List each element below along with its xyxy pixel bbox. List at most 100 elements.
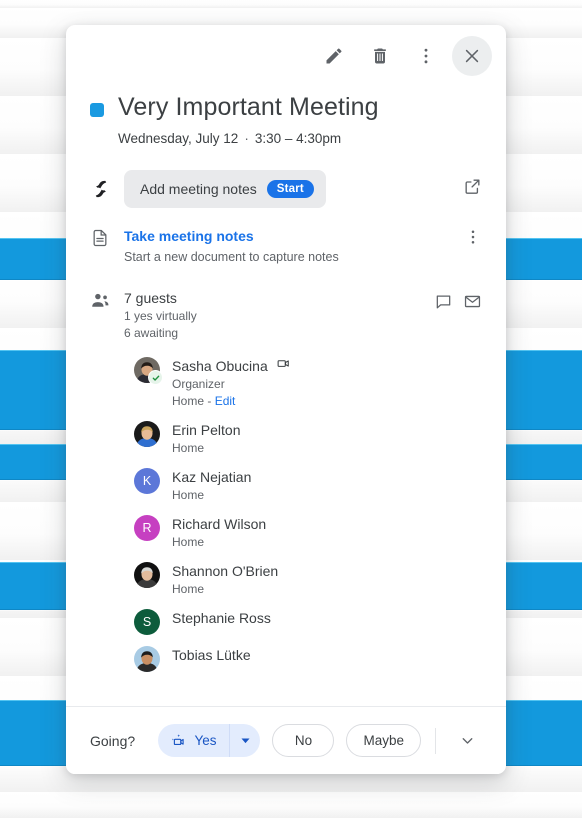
rsvp-maybe-button[interactable]: Maybe: [346, 724, 421, 757]
start-pill-badge[interactable]: Start: [266, 180, 314, 198]
guests-icon: [90, 288, 124, 682]
avatar-initial: K: [134, 468, 160, 494]
attending-virtually-icon: [276, 356, 291, 376]
avatar-initial: R: [134, 515, 160, 541]
event-title: Very Important Meeting: [118, 93, 379, 121]
open-external-icon: [465, 179, 480, 194]
dialog-scroll-area[interactable]: Very Important Meeting Wednesday, July 1…: [66, 25, 506, 706]
guest-name-line: Sasha Obucina: [172, 356, 291, 376]
envelope-icon: [464, 295, 481, 308]
event-datetime: Wednesday, July 12 · 3:30 – 4:30pm: [118, 129, 379, 148]
people-glyph: [92, 293, 109, 307]
guest-actions: [434, 288, 482, 682]
guest-list-item[interactable]: S Stephanie Ross: [124, 608, 434, 635]
dialog-header-toolbar: [66, 25, 506, 77]
guest-info: Stephanie Ross: [172, 608, 271, 628]
guest-list-item[interactable]: R Richard Wilson Home: [124, 514, 434, 551]
guest-info: Kaz Nejatian Home: [172, 467, 251, 504]
guest-name: Kaz Nejatian: [172, 469, 252, 485]
close-dialog-button[interactable]: [452, 36, 492, 76]
avatar: [134, 562, 160, 588]
notes-more-button[interactable]: [456, 226, 482, 266]
take-meeting-notes-subtitle: Start a new document to capture notes: [124, 250, 339, 264]
add-meeting-notes-label: Add meeting notes: [140, 181, 257, 197]
guest-list-item[interactable]: Sasha Obucina Organizer Home - Edit: [124, 356, 434, 410]
bank-icon: [90, 705, 124, 707]
avatar-initial: S: [134, 609, 160, 635]
close-icon: [465, 49, 479, 63]
guest-room-edit-link[interactable]: Edit: [215, 394, 236, 408]
avatar: K: [134, 468, 160, 494]
take-meeting-notes-row: Take meeting notes Start a new document …: [66, 226, 506, 266]
video-camera-glyph: [276, 356, 289, 367]
guest-name-line: Tobias Lütke: [172, 645, 251, 665]
guest-role: Organizer: [172, 377, 225, 391]
guest-name-line: Richard Wilson: [172, 514, 266, 534]
bank-glyph: [90, 705, 111, 707]
guest-name: Erin Pelton: [172, 422, 241, 438]
rsvp-yes-group[interactable]: Yes: [158, 724, 261, 757]
avatar: R: [134, 515, 160, 541]
going-label: Going?: [90, 732, 136, 749]
event-color-swatch: [90, 103, 104, 117]
event-time: 3:30 – 4:30pm: [254, 131, 342, 146]
guest-name: Tobias Lütke: [172, 647, 251, 663]
rsvp-footer: Going? Yes No Maybe: [66, 706, 506, 774]
guest-list: Sasha Obucina Organizer Home - Edit Erin Pe…: [124, 356, 434, 672]
rsvp-yes-button[interactable]: Yes: [158, 724, 229, 757]
guest-stat-yes: 1 yes virtually: [124, 309, 197, 323]
avatar-photo: [134, 562, 160, 588]
guest-stat-awaiting: 6 awaiting: [124, 326, 179, 340]
email-guests-button[interactable]: [463, 292, 482, 316]
meeting-cost-text: Estimated meeting cost is $2,115 USD: [124, 704, 482, 706]
guest-name: Stephanie Ross: [172, 610, 271, 626]
guest-count: 7 guests: [124, 290, 177, 306]
take-meeting-notes-body: Take meeting notes Start a new document …: [124, 226, 456, 266]
guest-name: Shannon O'Brien: [172, 563, 279, 579]
pencil-icon: [326, 48, 342, 64]
guest-info: Erin Pelton Home: [172, 420, 240, 457]
more-options-button[interactable]: [406, 36, 446, 76]
calendar-grid-row: [0, 792, 582, 818]
guest-room: Home: [172, 488, 205, 502]
meeting-notes-suggestion-row: Add meeting notes Start: [66, 170, 506, 208]
chevron-down-icon: [241, 738, 250, 744]
guest-list-item[interactable]: K Kaz Nejatian Home: [124, 467, 434, 504]
rsvp-yes-label: Yes: [194, 733, 217, 748]
guest-list-item[interactable]: Shannon O'Brien Home: [124, 561, 434, 598]
guest-list-item[interactable]: Tobias Lütke: [124, 645, 434, 672]
delete-event-button[interactable]: [360, 36, 400, 76]
guest-info: Shannon O'Brien Home: [172, 561, 278, 598]
take-meeting-notes-link[interactable]: Take meeting notes: [124, 226, 456, 246]
datetime-separator: ·: [244, 131, 249, 146]
doc-glyph: [93, 229, 107, 247]
check-icon: [152, 375, 159, 381]
avatar: S: [134, 609, 160, 635]
meeting-notes-chip-wrap: Add meeting notes Start: [124, 170, 455, 208]
message-guests-button[interactable]: [434, 292, 453, 316]
chat-bubble-icon: [436, 295, 451, 309]
guests-section: 7 guests 1 yes virtually 6 awaiting Sash…: [66, 288, 506, 682]
guest-name: Richard Wilson: [172, 516, 267, 532]
rsvp-yes-dropdown-button[interactable]: [229, 724, 260, 757]
guest-list-item[interactable]: Erin Pelton Home: [124, 420, 434, 457]
gemini-glyph: [95, 180, 107, 198]
guest-info: Sasha Obucina Organizer Home - Edit: [172, 356, 291, 410]
avatar: [134, 357, 163, 385]
document-icon: [90, 226, 124, 266]
edit-event-button[interactable]: [314, 36, 354, 76]
rsvp-no-button[interactable]: No: [272, 724, 335, 757]
guest-name-line: Shannon O'Brien: [172, 561, 278, 581]
event-date: Wednesday, July 12: [118, 131, 239, 146]
open-in-new-window-button[interactable]: [455, 177, 482, 201]
guest-room: Home: [172, 535, 205, 549]
add-meeting-notes-chip[interactable]: Add meeting notes Start: [124, 170, 326, 208]
guest-name: Sasha Obucina: [172, 358, 268, 374]
meeting-cost-row: Estimated meeting cost is $2,115 USD: [66, 704, 506, 706]
rsvp-more-button[interactable]: [450, 724, 484, 758]
guest-info: Tobias Lütke: [172, 645, 251, 665]
kebab-menu-icon: [471, 230, 475, 244]
gemini-sparkle-icon: [90, 178, 124, 200]
event-title-block: Very Important Meeting Wednesday, July 1…: [66, 77, 506, 148]
avatar-photo: [134, 421, 160, 447]
